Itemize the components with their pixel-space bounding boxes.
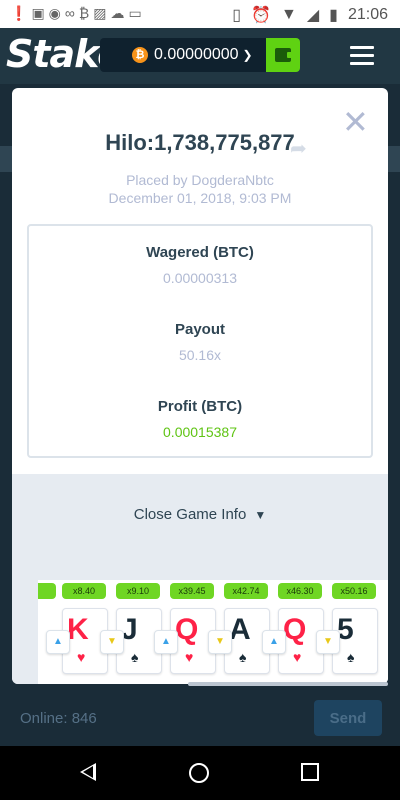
wifi-icon: ▼ <box>280 6 297 23</box>
send-button[interactable]: Send <box>314 700 382 736</box>
payout-value: 50.16x <box>178 347 222 363</box>
wagered-label: Wagered (BTC) <box>146 244 254 261</box>
background-strip <box>388 146 400 172</box>
higher-arrow-icon: ▲ <box>262 630 286 654</box>
laptop-icon: ▭ <box>128 5 146 21</box>
facebook-icon: ▣ <box>31 5 49 21</box>
lower-arrow-icon: ▼ <box>100 630 124 654</box>
bitcoin-coin-icon: ₿ <box>132 47 148 63</box>
image-icon: ▨ <box>93 5 111 21</box>
hamburger-menu-icon[interactable] <box>350 46 374 70</box>
bet-date: December 01, 2018, 9:03 PM <box>108 190 292 206</box>
online-count: Online: 846 <box>20 710 97 727</box>
bet-info-modal: ✕ Hilo:1,738,775,877 ➦ Placed by Dogdera… <box>12 88 388 684</box>
horizontal-scrollbar[interactable] <box>188 682 388 686</box>
battery-icon: ▮ <box>329 7 338 24</box>
share-icon[interactable]: ➦ <box>290 136 307 161</box>
balance-value: 0.00000000 <box>154 46 239 63</box>
multiplier-badge: x50.16 <box>332 583 376 599</box>
multiplier-badge: x8.40 <box>62 583 106 599</box>
home-icon[interactable] <box>189 763 209 783</box>
cloud-icon: ☁ <box>110 5 129 21</box>
bet-title: Hilo:1,738,775,877 <box>105 130 295 155</box>
signal-icon: ◢ <box>306 7 320 24</box>
vibrate-icon: ▯ <box>232 7 242 24</box>
placed-by: Placed by DogderaNbtc <box>126 172 274 188</box>
alarm-icon: ⏰ <box>251 7 271 24</box>
back-icon[interactable] <box>80 763 96 781</box>
multiplier-badge: x42.74 <box>224 583 268 599</box>
wagered-value: 0.00000313 <box>163 270 237 286</box>
alert-icon: ❗ <box>10 5 32 21</box>
wallet-button[interactable] <box>266 38 300 72</box>
close-game-info-label: Close Game Info <box>133 506 247 523</box>
payout-label: Payout <box>174 321 225 338</box>
android-nav-bar <box>0 746 400 800</box>
close-game-info-button[interactable]: Close Game Info ▼ <box>12 506 388 523</box>
voicemail-icon: ∞ <box>64 5 79 21</box>
game-info-section: Close Game Info ▼ 3 x8.40 x9.10 x39.45 x4… <box>12 474 388 684</box>
profit-label: Profit (BTC) <box>157 398 243 415</box>
multiplier-badge: x39.45 <box>170 583 214 599</box>
chevron-down-icon: ▼ <box>254 508 267 522</box>
bitcoin-icon: ₿ <box>78 5 94 21</box>
balance-selector[interactable]: ₿ 0.00000000 ❯ <box>100 38 266 72</box>
background-strip <box>0 146 12 172</box>
status-bar: ❗▣◉∞₿▨☁▭ ▯ ⏰ ▼ ◢ ▮ 21:06 <box>0 0 400 28</box>
multiplier-badge: x46.30 <box>278 583 322 599</box>
higher-arrow-icon: ▲ <box>154 630 178 654</box>
app-header: Stake ₿ 0.00000000 ❯ <box>0 28 400 84</box>
chevron-down-icon: ❯ <box>242 48 253 62</box>
higher-arrow-icon: ▲ <box>46 630 70 654</box>
bet-stats-box: Wagered (BTC) 0.00000313 Payout 50.16x P… <box>27 224 373 458</box>
lower-arrow-icon: ▼ <box>316 630 340 654</box>
notification-icons: ❗▣◉∞₿▨☁▭ <box>10 5 146 22</box>
cards-track[interactable]: 3 x8.40 x9.10 x39.45 x42.74 x46.30 x50.1… <box>38 580 388 684</box>
system-icons: ▯ ⏰ ▼ ◢ ▮ 21:06 <box>232 5 388 25</box>
clock: 21:06 <box>347 6 388 23</box>
chat-bar: Online: 846 Send <box>0 686 400 746</box>
wallet-icon <box>275 48 293 62</box>
recent-apps-icon[interactable] <box>301 763 319 781</box>
lower-arrow-icon: ▼ <box>208 630 232 654</box>
app-icon: ◉ <box>48 5 65 21</box>
profit-value: 0.00015387 <box>163 424 237 440</box>
multiplier-badge: 3 <box>38 583 56 599</box>
multiplier-badge: x9.10 <box>116 583 160 599</box>
